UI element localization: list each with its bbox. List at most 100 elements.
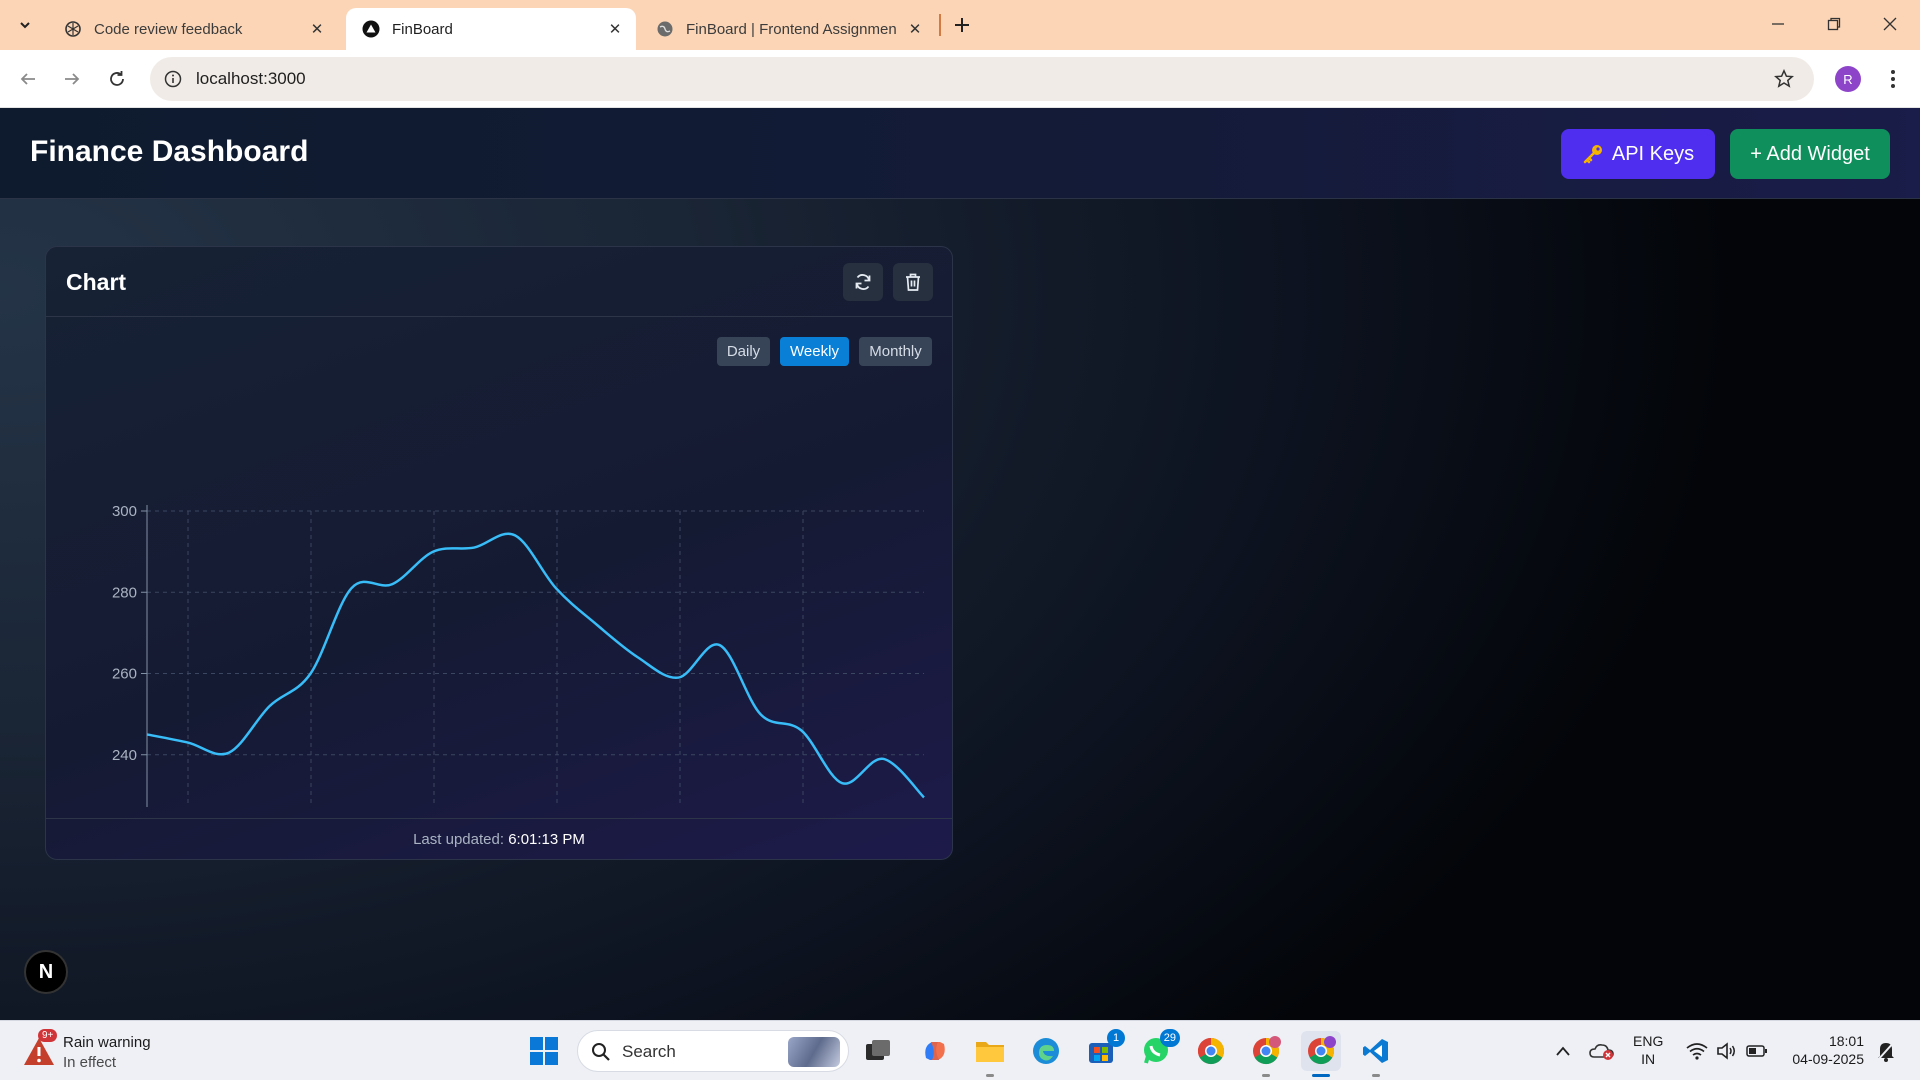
restore-icon (1827, 17, 1841, 31)
microsoft-store-icon[interactable]: 1 (1081, 1029, 1125, 1071)
chrome-icon[interactable] (1191, 1031, 1231, 1071)
bookmark-star-icon[interactable] (1772, 67, 1796, 91)
weather-widget[interactable]: 9+ Rain warning In effect (22, 1029, 202, 1073)
notifications-icon[interactable] (1872, 1031, 1900, 1071)
minimize-icon (1772, 23, 1784, 25)
minimize-button[interactable] (1756, 8, 1800, 40)
show-hidden-icons-button[interactable] (1550, 1031, 1576, 1071)
widget-footer: Last updated: 6:01:13 PM (46, 818, 952, 859)
file-explorer-icon[interactable] (970, 1031, 1010, 1077)
taskbar: 9+ Rain warning In effect Search 1 29 EN… (0, 1020, 1920, 1080)
reload-button[interactable] (101, 63, 133, 95)
forward-button[interactable] (56, 63, 88, 95)
close-window-button[interactable] (1868, 8, 1912, 40)
windows-logo-icon (530, 1037, 558, 1065)
api-keys-label: API Keys (1611, 142, 1695, 165)
close-icon[interactable]: ✕ (602, 16, 628, 42)
running-indicator (1372, 1074, 1380, 1077)
arrow-left-icon (20, 73, 35, 85)
running-indicator (1262, 1074, 1270, 1077)
close-icon (1883, 17, 1897, 31)
plus-icon (955, 18, 969, 32)
y-tick-label: 300 (112, 503, 137, 520)
last-updated-time: 6:01:13 PM (508, 831, 585, 848)
tab-title: FinBoard | Frontend Assignmen (686, 20, 897, 38)
tab-title: FinBoard (392, 20, 453, 38)
reload-icon (110, 71, 124, 86)
vercel-triangle-icon (362, 20, 380, 38)
search-highlight-image (788, 1037, 840, 1067)
refresh-button[interactable] (843, 263, 883, 301)
chrome-active-profile-icon[interactable] (1301, 1031, 1341, 1077)
weather-subtitle: In effect (63, 1054, 117, 1071)
volume-icon[interactable] (1714, 1031, 1740, 1071)
tab-frontend-assignment[interactable]: FinBoard | Frontend Assignmen ✕ (640, 8, 936, 50)
chevron-up-icon (1556, 1046, 1570, 1056)
line-chart: 2202402602803002025-08-262025-08-052025-… (112, 503, 925, 807)
close-icon[interactable]: ✕ (304, 16, 330, 42)
address-bar[interactable]: localhost:3000 (150, 57, 1814, 101)
y-tick-label: 260 (112, 666, 137, 683)
site-info-icon[interactable] (162, 68, 184, 90)
tab-title: Code review feedback (94, 20, 243, 38)
nextjs-dev-badge[interactable]: N (24, 950, 68, 994)
chrome-profile-icon[interactable] (1246, 1031, 1286, 1077)
url-text[interactable]: localhost:3000 (196, 69, 306, 89)
page-title: Finance Dashboard (30, 135, 309, 168)
profile-avatar[interactable]: R (1835, 66, 1861, 92)
restore-button[interactable] (1812, 8, 1856, 40)
range-daily-button[interactable]: Daily (717, 337, 770, 366)
language-indicator[interactable]: ENG IN (1633, 1032, 1663, 1068)
system-clock[interactable]: 18:01 04-09-2025 (1780, 1032, 1864, 1068)
openai-icon (64, 20, 82, 38)
whatsapp-icon[interactable]: 29 (1136, 1029, 1180, 1071)
app-header: Finance Dashboard API Keys + Add Widget (0, 108, 1920, 199)
range-weekly-button[interactable]: Weekly (780, 337, 849, 366)
edge-icon[interactable] (1026, 1031, 1066, 1071)
widget-header: Chart (46, 247, 952, 317)
clock-time: 18:01 (1828, 1033, 1864, 1049)
tab-code-review[interactable]: Code review feedback ✕ (48, 8, 338, 50)
add-widget-button[interactable]: + Add Widget (1730, 129, 1890, 179)
language-code: ENG (1633, 1033, 1664, 1049)
arrow-right-icon (65, 73, 80, 85)
taskbar-search[interactable]: Search (577, 1030, 849, 1072)
wifi-icon[interactable] (1684, 1031, 1710, 1071)
refresh-icon (855, 274, 871, 290)
search-label: Search (622, 1042, 676, 1061)
browser-tab-strip: Code review feedback ✕ FinBoard ✕ FinBoa… (0, 0, 1920, 50)
store-badge: 1 (1107, 1029, 1125, 1047)
globe-icon (656, 20, 674, 38)
chart-widget: Chart Daily Weekly Monthly 2202402602803… (45, 246, 953, 860)
more-vertical-icon (1891, 70, 1895, 88)
chevron-down-icon (20, 22, 30, 29)
browser-menu-button[interactable] (1880, 64, 1906, 94)
search-icon (590, 1041, 612, 1063)
tab-finboard[interactable]: FinBoard ✕ (346, 8, 636, 50)
close-icon[interactable]: ✕ (902, 16, 928, 42)
api-keys-button[interactable]: API Keys (1561, 129, 1715, 179)
tab-search-button[interactable] (11, 12, 39, 38)
whatsapp-badge: 29 (1159, 1029, 1180, 1047)
battery-icon[interactable] (1744, 1031, 1770, 1071)
task-view-icon[interactable] (858, 1031, 898, 1071)
running-indicator (1312, 1074, 1330, 1077)
vscode-icon[interactable] (1356, 1031, 1396, 1077)
delete-widget-button[interactable] (893, 263, 933, 301)
weather-badge: 9+ (38, 1029, 58, 1042)
browser-toolbar: localhost:3000 (0, 50, 1920, 108)
clock-date: 04-09-2025 (1792, 1051, 1864, 1067)
tab-separator (939, 14, 941, 36)
new-tab-button[interactable] (948, 11, 976, 39)
start-button[interactable] (524, 1031, 564, 1071)
trash-icon (906, 273, 920, 291)
back-button[interactable] (12, 63, 44, 95)
onedrive-error-icon[interactable] (1587, 1031, 1617, 1071)
range-monthly-button[interactable]: Monthly (859, 337, 932, 366)
widget-title: Chart (66, 269, 127, 295)
running-indicator (986, 1074, 994, 1077)
y-tick-label: 280 (112, 584, 137, 601)
copilot-icon[interactable] (915, 1031, 955, 1071)
last-updated-label: Last updated: (413, 831, 505, 848)
key-icon (1583, 145, 1602, 164)
